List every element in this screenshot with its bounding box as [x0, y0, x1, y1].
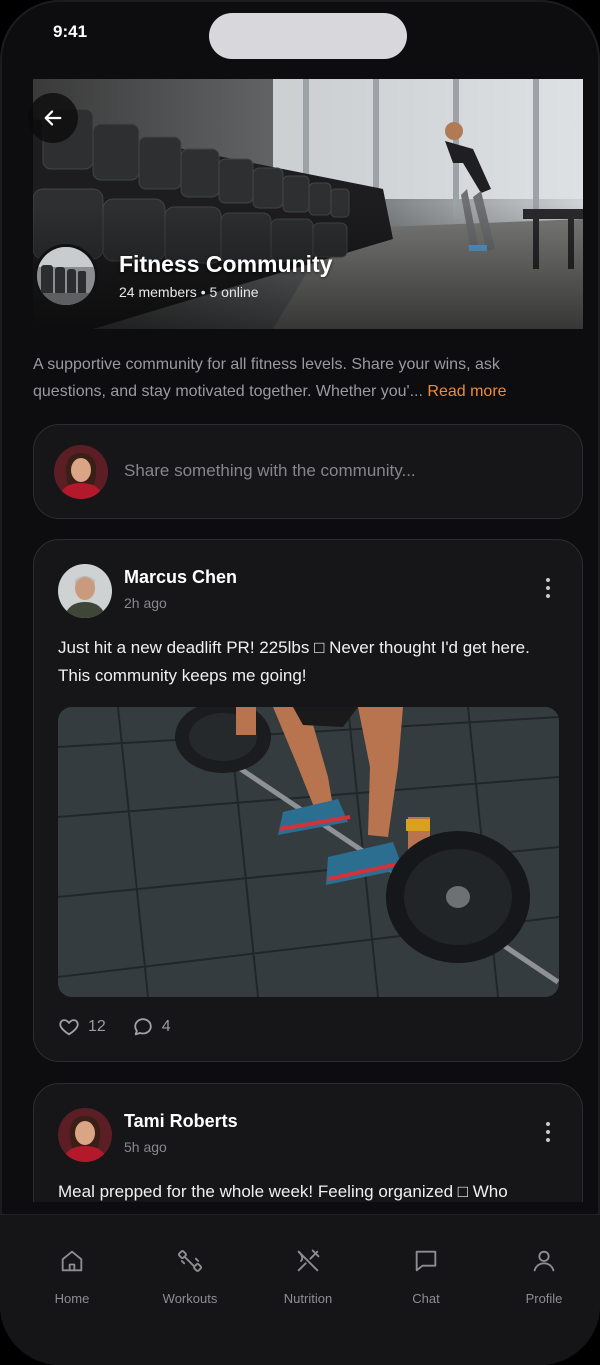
- arrow-left-icon: [44, 110, 62, 126]
- composer-placeholder: Share something with the community...: [124, 461, 416, 480]
- phone-screen: Fitness Community 24 members • 5 online …: [0, 0, 600, 1365]
- post-author-name[interactable]: Tami Roberts: [124, 1111, 238, 1132]
- dynamic-island: [209, 13, 407, 59]
- bottom-navigation: Home Workouts Nutrition Chat Profile: [0, 1214, 600, 1365]
- nav-item-profile[interactable]: Profile: [489, 1247, 599, 1306]
- nav-label-home: Home: [54, 1291, 90, 1306]
- comment-button[interactable]: 4: [132, 1016, 171, 1038]
- nav-label-nutrition: Nutrition: [283, 1291, 333, 1306]
- user-avatar: [54, 445, 108, 499]
- author-avatar[interactable]: [58, 564, 112, 618]
- scroll-area[interactable]: Fitness Community 24 members • 5 online …: [0, 0, 600, 1202]
- post-actions: 12 4: [58, 1016, 197, 1038]
- post-text: Just hit a new deadlift PR! 225lbs □ Nev…: [58, 638, 530, 685]
- post-text: Meal prepped for the whole week! Feeling…: [58, 1182, 508, 1201]
- community-member-count: 24 members • 5 online: [119, 284, 259, 300]
- home-icon: [61, 1250, 83, 1272]
- author-avatar[interactable]: [58, 1108, 112, 1162]
- more-options-icon[interactable]: [540, 576, 556, 600]
- nav-label-profile: Profile: [525, 1291, 563, 1306]
- heart-icon: [59, 1019, 79, 1036]
- community-avatar: [34, 244, 98, 308]
- community-description: A supportive community for all fitness l…: [33, 351, 553, 405]
- status-bar-time: 9:41: [53, 22, 88, 41]
- nav-item-chat[interactable]: Chat: [371, 1247, 481, 1306]
- back-button[interactable]: [28, 93, 78, 143]
- post-author-name[interactable]: Marcus Chen: [124, 567, 237, 588]
- post-image[interactable]: [58, 707, 559, 997]
- community-cover-image: [33, 79, 583, 329]
- post-timestamp: 5h ago: [124, 1139, 167, 1155]
- post-card: Marcus Chen 2h ago Just hit a new deadli…: [33, 539, 583, 1062]
- comment-icon: [134, 1018, 152, 1036]
- user-icon: [533, 1250, 555, 1272]
- nav-label-workouts: Workouts: [162, 1291, 218, 1306]
- like-button[interactable]: 12: [58, 1016, 106, 1038]
- post-timestamp: 2h ago: [124, 595, 167, 611]
- utensils-icon: [297, 1249, 320, 1272]
- post-composer[interactable]: Share something with the community...: [33, 424, 583, 519]
- nav-item-nutrition[interactable]: Nutrition: [253, 1247, 363, 1306]
- more-options-icon[interactable]: [540, 1120, 556, 1144]
- nav-item-workouts[interactable]: Workouts: [135, 1247, 245, 1306]
- nav-label-chat: Chat: [412, 1291, 440, 1306]
- community-name: Fitness Community: [119, 251, 333, 277]
- dumbbell-icon: [177, 1250, 203, 1272]
- read-more-link[interactable]: Read more: [427, 383, 506, 400]
- chat-icon: [415, 1250, 437, 1272]
- post-card: Tami Roberts 5h ago Meal prepped for the…: [33, 1083, 583, 1202]
- nav-item-home[interactable]: Home: [17, 1247, 127, 1306]
- like-count: 12: [88, 1018, 106, 1035]
- comment-count: 4: [161, 1018, 171, 1035]
